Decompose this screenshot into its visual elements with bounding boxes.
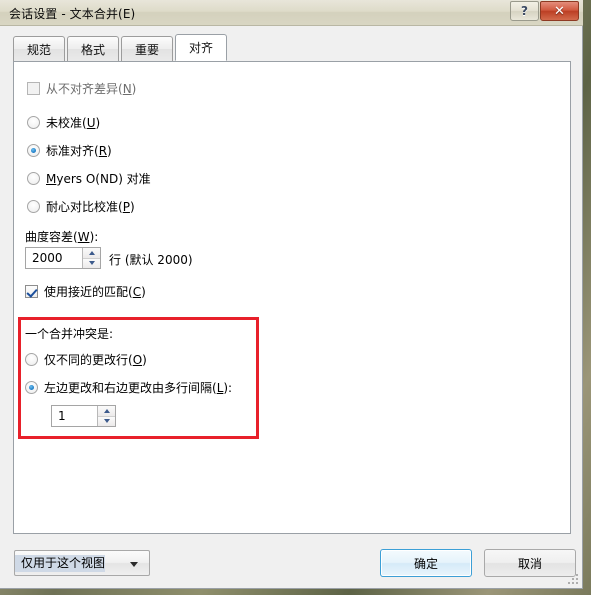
ok-button[interactable]: 确定: [380, 549, 472, 577]
radio-only-different-lines-label-prefix: 仅不同的更改行(: [44, 353, 133, 367]
conflict-gap-spinner-value[interactable]: 1: [52, 406, 97, 426]
curvature-unit-label: 行 (默认 2000): [109, 253, 193, 267]
radio-row-myers-ond[interactable]: Myers O(ND) 对准: [27, 170, 151, 187]
resize-grip[interactable]: [567, 574, 579, 586]
title-bar: 会话设置 - 文本合并(E) ? ✕: [0, 0, 583, 26]
curvature-spinner-down-button[interactable]: [83, 257, 100, 268]
never-align-label-suffix: ): [131, 81, 137, 96]
arrow-up-icon: [88, 250, 95, 255]
radio-uncalibrated[interactable]: [27, 116, 40, 129]
radio-row-standard-align[interactable]: 标准对齐(R): [27, 142, 112, 159]
curvature-label-accel: W: [77, 229, 90, 244]
conflict-gap-spinner-up-button[interactable]: [98, 406, 115, 416]
chevron-down-icon: [130, 562, 138, 567]
curvature-spinner-up-button[interactable]: [83, 248, 100, 258]
cancel-button[interactable]: 取消: [484, 549, 576, 577]
dialog-window: 会话设置 - 文本合并(E) ? ✕ 规范 格式 重要 对齐 从不对齐差异(N)…: [0, 0, 583, 589]
tab-strip: 规范 格式 重要 对齐: [13, 34, 229, 62]
radio-patience-align-label-prefix: 耐心对比校准(: [46, 200, 123, 214]
radio-patience-align-accel: P: [122, 199, 130, 214]
curvature-tolerance-label: 曲度容差(W):: [25, 228, 98, 245]
never-align-label-prefix: 从不对齐差异(: [46, 82, 123, 96]
radio-myers-ond[interactable]: [27, 172, 40, 185]
radio-row-uncalibrated[interactable]: 未校准(U): [27, 114, 100, 131]
radio-left-right-gap-label-prefix: 左边更改和右边更改由多行间隔(: [44, 381, 217, 395]
radio-standard-align-label-prefix: 标准对齐(: [46, 144, 99, 158]
radio-myers-ond-label: yers O(ND) 对准: [56, 172, 151, 186]
radio-standard-align-accel: R: [98, 143, 108, 158]
close-icon[interactable]: ✕: [540, 1, 579, 21]
scope-dropdown[interactable]: 仅用于这个视图: [14, 550, 150, 576]
tab-duiqi[interactable]: 对齐: [175, 34, 228, 61]
arrow-up-icon: [103, 408, 110, 413]
radio-patience-align-label-suffix: ): [129, 199, 135, 214]
radio-myers-ond-accel: M: [46, 171, 57, 186]
tab-zhongyao[interactable]: 重要: [121, 36, 174, 61]
never-align-checkbox-row[interactable]: 从不对齐差异(N): [27, 80, 136, 97]
tab-content-panel: 从不对齐差异(N) 未校准(U) 标准对齐(R) Myers O(ND) 对准 …: [13, 61, 571, 534]
radio-left-right-gap-accel: L: [216, 380, 224, 395]
radio-standard-align-label-suffix: ): [107, 143, 112, 158]
tab-guifan[interactable]: 规范: [13, 36, 66, 61]
near-match-accel: C: [132, 284, 142, 299]
radio-patience-align[interactable]: [27, 200, 40, 213]
radio-row-patience-align[interactable]: 耐心对比校准(P): [27, 198, 135, 215]
curvature-label-suffix: ):: [89, 229, 99, 244]
radio-uncalibrated-label-suffix: ): [95, 115, 101, 130]
arrow-down-icon: [103, 419, 110, 424]
scope-dropdown-value: 仅用于这个视图: [15, 554, 106, 572]
radio-left-right-gap[interactable]: [25, 381, 38, 394]
conflict-gap-spinner-buttons[interactable]: [97, 406, 115, 426]
curvature-spinner[interactable]: 2000: [25, 247, 101, 269]
radio-row-left-right-gap[interactable]: 左边更改和右边更改由多行间隔(L):: [25, 379, 232, 396]
conflict-group-title: 一个合并冲突是:: [25, 327, 114, 341]
arrow-down-icon: [88, 261, 95, 266]
radio-standard-align[interactable]: [27, 144, 40, 157]
help-button[interactable]: ?: [510, 1, 539, 21]
near-match-label-prefix: 使用接近的匹配(: [44, 285, 133, 299]
radio-only-different-lines-accel: O: [132, 352, 143, 367]
curvature-label-prefix: 曲度容差(: [25, 230, 78, 244]
conflict-gap-spinner[interactable]: 1: [51, 405, 116, 427]
radio-row-only-different-lines[interactable]: 仅不同的更改行(O): [25, 351, 147, 368]
never-align-checkbox[interactable]: [27, 82, 40, 95]
window-title: 会话设置 - 文本合并(E): [9, 7, 136, 21]
never-align-label-accel: N: [122, 81, 132, 96]
near-match-checkbox-row[interactable]: 使用接近的匹配(C): [25, 283, 146, 300]
radio-only-different-lines[interactable]: [25, 353, 38, 366]
near-match-label-suffix: ): [141, 284, 146, 299]
radio-left-right-gap-label-suffix: ):: [223, 380, 233, 395]
near-match-checkbox[interactable]: [25, 285, 38, 298]
radio-only-different-lines-label-suffix: ): [142, 352, 147, 367]
radio-uncalibrated-accel: U: [86, 115, 96, 130]
tab-geshi[interactable]: 格式: [67, 36, 120, 61]
radio-uncalibrated-label-prefix: 未校准(: [46, 116, 87, 130]
conflict-gap-spinner-down-button[interactable]: [98, 415, 115, 426]
curvature-spinner-buttons[interactable]: [82, 248, 100, 268]
curvature-spinner-value[interactable]: 2000: [26, 248, 82, 268]
